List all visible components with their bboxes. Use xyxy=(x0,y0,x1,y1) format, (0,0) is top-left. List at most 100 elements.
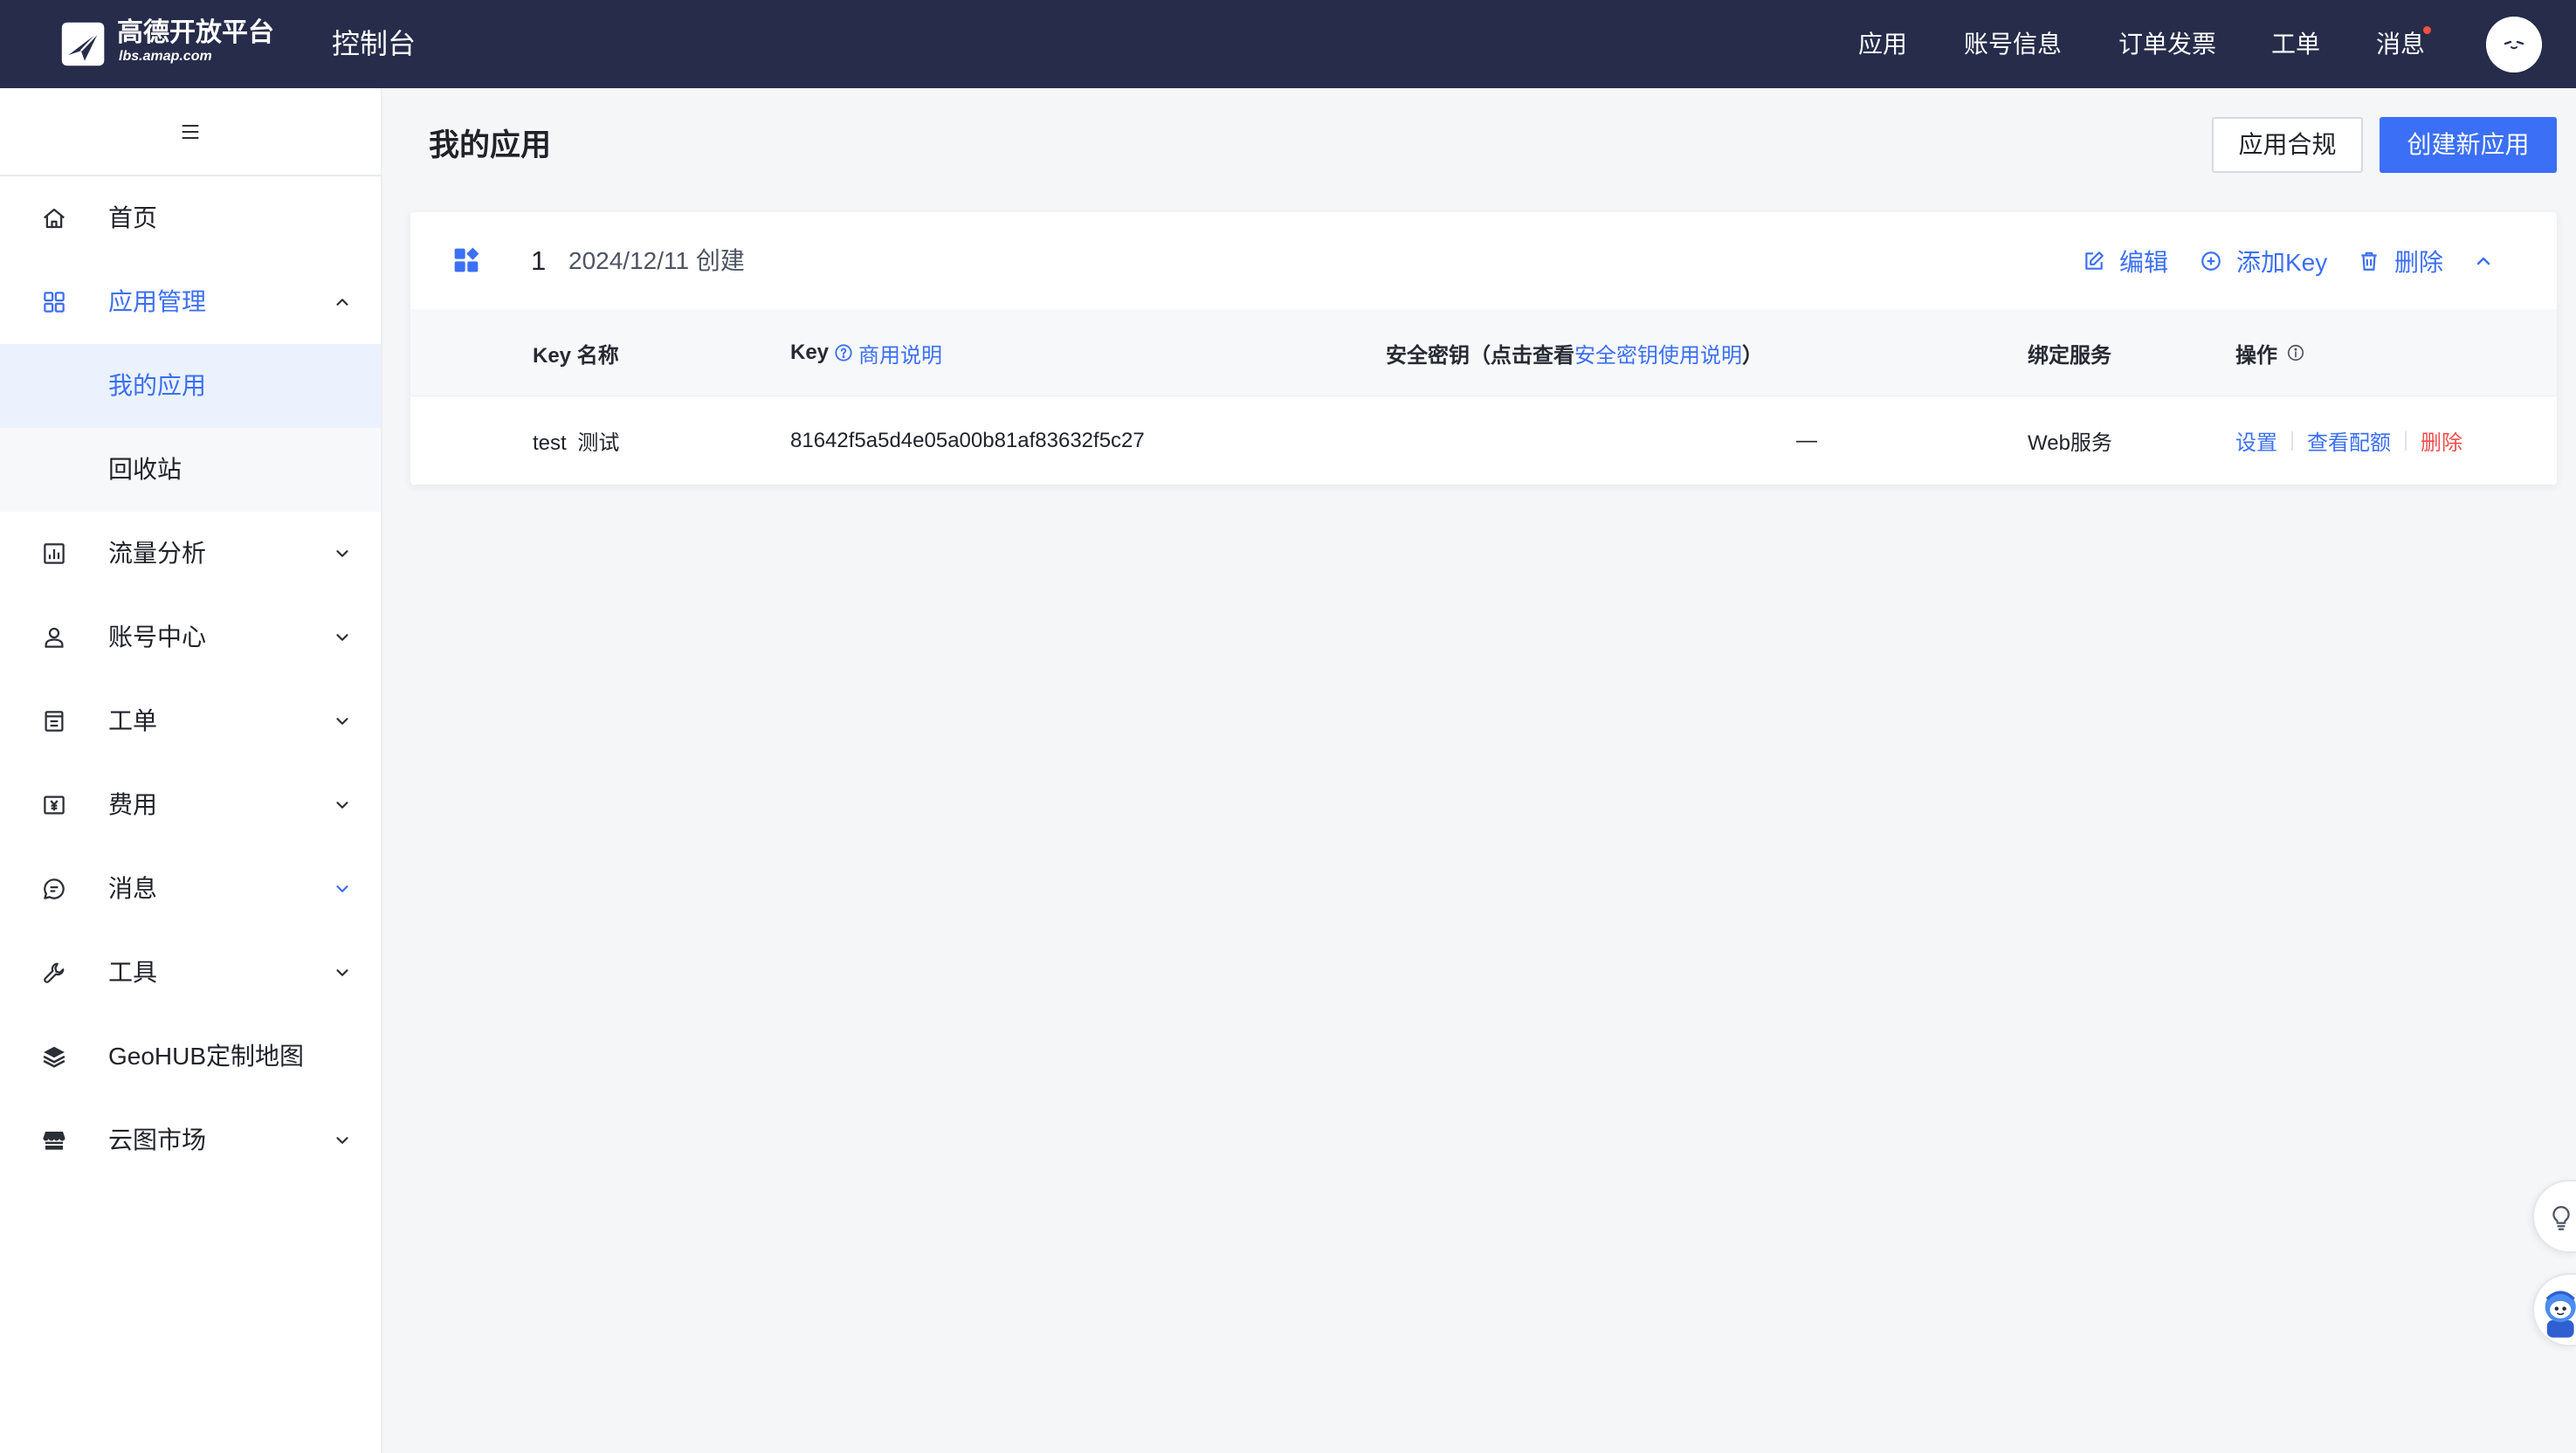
console-title: 控制台 xyxy=(332,28,417,59)
column-service-label: 绑定服务 xyxy=(2028,343,2111,368)
lightbulb-icon xyxy=(2552,1206,2570,1230)
sidebar-item-billing[interactable]: 费用 xyxy=(0,763,381,847)
commercial-terms-link[interactable]: 商用说明 xyxy=(858,338,942,368)
sidebar-item-home[interactable]: 首页 xyxy=(0,176,381,260)
sidebar-item-label: 工具 xyxy=(108,959,158,986)
sidebar-item-label: GeoHUB定制地图 xyxy=(108,1043,305,1070)
nav-apps[interactable]: 应用 xyxy=(1858,0,1907,88)
secret-usage-guide-link[interactable]: 安全密钥使用说明 xyxy=(1574,338,1742,368)
sidebar-item-cloud-market[interactable]: 云图市场 xyxy=(0,1098,381,1182)
sidebar-item-messages[interactable]: 消息 xyxy=(0,847,381,931)
column-operations-label: 操作 xyxy=(2235,343,2277,368)
nav-orders-invoices[interactable]: 订单发票 xyxy=(2118,0,2216,88)
sidebar-item-label: 账号中心 xyxy=(108,623,207,651)
sidebar-item-recycle-bin[interactable]: 回收站 xyxy=(0,428,381,512)
assistant-float-button[interactable] xyxy=(2532,1273,2576,1346)
chevron-down-icon[interactable] xyxy=(333,795,352,815)
assistant-mascot-icon xyxy=(2545,1291,2576,1338)
nav-account-info[interactable]: 账号信息 xyxy=(1964,0,2062,88)
hamburger-icon[interactable] xyxy=(178,120,203,144)
keys-table-header: Key 名称 Key 商用说明 安全密钥（点击查看 安全密钥使用说明 ） 绑定服… xyxy=(410,309,2557,396)
user-avatar[interactable] xyxy=(2486,17,2542,72)
row-actions: 设置 查看配额 删除 xyxy=(2235,396,2462,485)
sidebar-item-label: 费用 xyxy=(108,791,158,818)
help-circle-icon[interactable] xyxy=(834,343,853,362)
amap-logo[interactable]: 高德开放平台 lbs.amap.com xyxy=(52,9,288,79)
action-divider xyxy=(2405,430,2407,451)
trash-icon xyxy=(2361,251,2377,271)
chevron-down-icon[interactable] xyxy=(333,628,352,647)
column-key-label: Key xyxy=(790,341,830,364)
secret-cell: — xyxy=(1796,428,1817,452)
action-divider xyxy=(2291,430,2293,451)
column-key-name: Key 名称 xyxy=(533,309,619,396)
wrench-icon xyxy=(41,960,67,986)
key-settings-link[interactable]: 设置 xyxy=(2235,425,2277,456)
user-icon xyxy=(41,624,67,651)
app-name: 1 xyxy=(531,245,547,276)
edit-label: 编辑 xyxy=(2119,248,2169,276)
add-key-button[interactable]: 添加Key xyxy=(2200,212,2327,309)
app-created-date: 2024/12/11 创建 xyxy=(568,247,745,274)
column-secret-suffix: ） xyxy=(1742,343,1763,368)
chevron-down-icon[interactable] xyxy=(333,1131,352,1150)
chevron-down-icon[interactable] xyxy=(333,879,352,899)
delete-app-label: 删除 xyxy=(2394,248,2444,276)
edit-app-button[interactable]: 编辑 xyxy=(2083,212,2168,309)
column-service: 绑定服务 xyxy=(2028,309,2111,396)
add-key-label: 添加Key xyxy=(2236,248,2328,276)
app-compliance-button[interactable]: 应用合规 xyxy=(2212,117,2363,173)
sidebar-item-label: 回收站 xyxy=(108,456,183,483)
sidebar-toggle-bar xyxy=(0,88,381,176)
sidebar: 首页 应用管理 我的应用 回收站 流量分析 账号中心 工单 费用 消息 工具 G… xyxy=(0,88,382,1453)
edit-icon xyxy=(2085,251,2104,270)
chevron-down-icon[interactable] xyxy=(333,544,352,563)
logo-subtitle: lbs.amap.com xyxy=(119,49,212,64)
store-icon xyxy=(41,1127,67,1153)
column-secret: 安全密钥（点击查看 安全密钥使用说明 ） xyxy=(1386,309,1763,396)
sidebar-item-my-apps[interactable]: 我的应用 xyxy=(0,344,381,428)
app-icon xyxy=(452,246,480,274)
key-name-cell: test 测试 xyxy=(533,431,620,455)
app-grid-icon xyxy=(41,289,67,315)
logo-title: 高德开放平台 xyxy=(117,18,274,47)
sidebar-item-account-center[interactable]: 账号中心 xyxy=(0,596,381,679)
chevron-down-icon[interactable] xyxy=(333,963,352,982)
chart-icon xyxy=(41,541,67,567)
delete-key-link[interactable]: 删除 xyxy=(2421,425,2462,456)
chevron-down-icon[interactable] xyxy=(333,712,352,731)
column-secret-label: 安全密钥（点击查看 xyxy=(1386,343,1574,368)
sidebar-item-tools[interactable]: 工具 xyxy=(0,931,381,1015)
create-app-button[interactable]: 创建新应用 xyxy=(2380,117,2557,173)
message-unread-dot xyxy=(2423,26,2431,34)
amap-logo-icon xyxy=(61,22,105,66)
sidebar-item-label: 首页 xyxy=(108,204,158,231)
sidebar-item-traffic-analysis[interactable]: 流量分析 xyxy=(0,512,381,596)
yuan-icon xyxy=(41,792,67,818)
ticket-icon xyxy=(41,708,67,734)
user-avatar-icon xyxy=(2486,17,2542,72)
sidebar-item-app-management[interactable]: 应用管理 xyxy=(0,260,381,344)
tips-float-button[interactable] xyxy=(2532,1180,2576,1253)
service-cell: Web服务 xyxy=(2028,431,2112,455)
delete-app-button[interactable]: 删除 xyxy=(2358,212,2443,309)
column-key: Key 商用说明 xyxy=(790,309,942,396)
sidebar-item-tickets[interactable]: 工单 xyxy=(0,679,381,763)
chevron-up-icon[interactable] xyxy=(333,293,352,312)
add-circle-icon xyxy=(2201,251,2221,271)
sidebar-item-label: 云图市场 xyxy=(108,1126,207,1153)
home-icon xyxy=(41,205,67,231)
app-card: 1 2024/12/11 创建 编辑 添加Key 删除 Key 名称 Key 商… xyxy=(410,212,2557,485)
sidebar-item-label: 流量分析 xyxy=(108,540,207,567)
column-operations: 操作 xyxy=(2235,309,2305,396)
top-navbar: 高德开放平台 lbs.amap.com 控制台 应用 账号信息 订单发票 工单 … xyxy=(0,0,2576,88)
nav-messages[interactable]: 消息 xyxy=(2376,0,2425,88)
view-quota-link[interactable]: 查看配额 xyxy=(2307,425,2391,456)
page-title: 我的应用 xyxy=(429,128,552,162)
column-key-name-label: Key 名称 xyxy=(533,343,619,368)
info-circle-icon[interactable] xyxy=(2286,343,2305,362)
message-icon xyxy=(41,876,67,902)
nav-tickets[interactable]: 工单 xyxy=(2271,0,2320,88)
sidebar-item-geohub[interactable]: GeoHUB定制地图 xyxy=(0,1015,381,1098)
chevron-up-icon[interactable] xyxy=(2473,251,2494,272)
